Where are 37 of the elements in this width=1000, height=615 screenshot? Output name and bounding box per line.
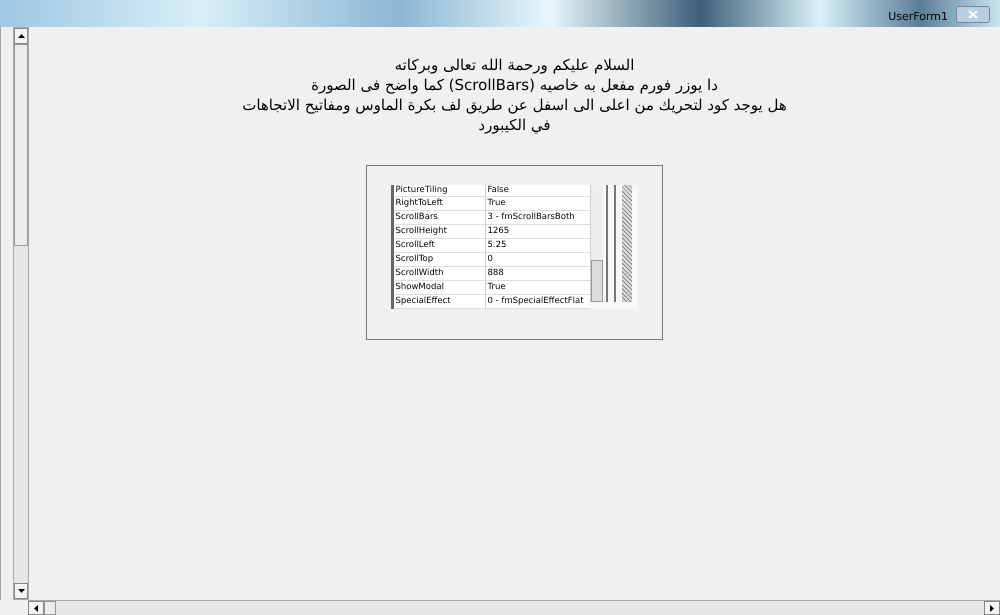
- property-name: RightToLeft: [394, 196, 486, 210]
- horizontal-scrollbar[interactable]: [28, 600, 1000, 615]
- vertical-scrollbar[interactable]: [13, 27, 29, 600]
- property-value: 3 - fmScrollBarsBoth: [486, 210, 575, 224]
- property-value: 0: [486, 252, 493, 266]
- right-arrow-icon: [990, 604, 994, 612]
- scroll-left-button[interactable]: [28, 601, 44, 615]
- scroll-down-button[interactable]: [14, 583, 28, 599]
- property-value: True: [486, 196, 506, 210]
- property-name: SpecialEffect: [394, 294, 486, 308]
- property-value: 1265: [486, 224, 510, 238]
- message-text: دا يوزر فورم مفعل به خاصيه (ScrollBars) كما واضح فى الصورة: [311, 75, 718, 95]
- up-arrow-icon: [18, 34, 24, 38]
- property-value: True: [486, 280, 506, 294]
- message-text: في الكيبورد: [478, 115, 551, 135]
- property-name: ScrollLeft: [394, 238, 486, 252]
- property-name: PictureTiling: [394, 184, 486, 196]
- property-value: False: [486, 184, 509, 196]
- property-value: 0 - fmSpecialEffectFlat: [486, 294, 584, 308]
- scroll-thumb[interactable]: [44, 601, 56, 615]
- down-arrow-icon: [18, 589, 24, 593]
- close-button[interactable]: [956, 6, 990, 23]
- property-name: ScrollTop: [394, 252, 486, 266]
- left-arrow-icon: [34, 604, 38, 612]
- close-icon: [968, 10, 978, 19]
- property-value: 888: [486, 266, 504, 280]
- message-text: السلام عليكم ورحمة الله تعالى وبركاته: [394, 55, 634, 75]
- scroll-thumb[interactable]: [14, 44, 28, 246]
- property-value: 5.25: [486, 238, 506, 252]
- window-title: UserForm1: [888, 10, 948, 23]
- property-name: ScrollBars: [394, 210, 486, 224]
- message-text: هل يوجد كود لتحريك من اعلى الى اسفل عن طريق لف بكرة الماوس ومفاتيح الاتجاهات: [242, 95, 787, 115]
- property-name: ScrollHeight: [394, 224, 486, 238]
- property-name: ShowModal: [394, 280, 486, 294]
- scroll-up-button[interactable]: [14, 28, 28, 44]
- property-name: ScrollWidth: [394, 266, 486, 280]
- scroll-right-button[interactable]: [984, 601, 1000, 615]
